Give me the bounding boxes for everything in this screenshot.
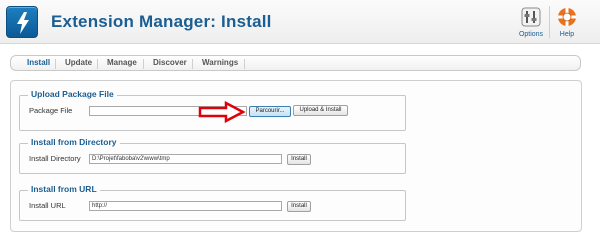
options-button[interactable]: Options [515, 4, 547, 42]
tab-divider [55, 59, 56, 69]
extension-manager-logo-icon [6, 6, 38, 38]
package-file-label: Package File [29, 106, 73, 115]
install-directory-input[interactable]: D:\Projet\faboba\v2\www\tmp [89, 154, 282, 164]
browse-button[interactable]: Parcourir... [249, 106, 291, 117]
help-lifebuoy-icon [558, 8, 576, 26]
tab-divider [143, 59, 144, 69]
help-label: Help [559, 31, 575, 38]
upload-package-legend: Upload Package File [28, 89, 117, 99]
tab-divider [192, 59, 193, 69]
tab-divider [97, 59, 98, 69]
install-directory-legend: Install from Directory [28, 137, 120, 147]
options-label: Options [518, 31, 544, 38]
tab-manage[interactable]: Manage [107, 58, 137, 67]
tab-discover[interactable]: Discover [153, 58, 187, 67]
toolbar-header: Extension Manager: Install Options Help [0, 0, 600, 44]
install-url-input[interactable]: http:// [89, 201, 282, 211]
upload-install-button[interactable]: Upload & Install [293, 105, 348, 116]
submenu-tabs: Install Update Manage Discover Warnings [10, 55, 581, 71]
install-url-button[interactable]: Install [287, 201, 311, 212]
install-url-label: Install URL [29, 201, 66, 210]
install-directory-button[interactable]: Install [287, 154, 311, 165]
page-title: Extension Manager: Install [51, 12, 272, 31]
tab-install[interactable]: Install [27, 58, 50, 67]
toolbar-divider [549, 6, 550, 38]
tab-divider [244, 59, 245, 69]
install-url-legend: Install from URL [28, 184, 100, 194]
install-directory-label: Install Directory [29, 154, 81, 163]
tab-update[interactable]: Update [65, 58, 92, 67]
tab-warnings[interactable]: Warnings [202, 58, 238, 67]
options-icon [521, 7, 541, 27]
help-button[interactable]: Help [551, 4, 583, 42]
red-arrow-annotation [198, 101, 246, 123]
